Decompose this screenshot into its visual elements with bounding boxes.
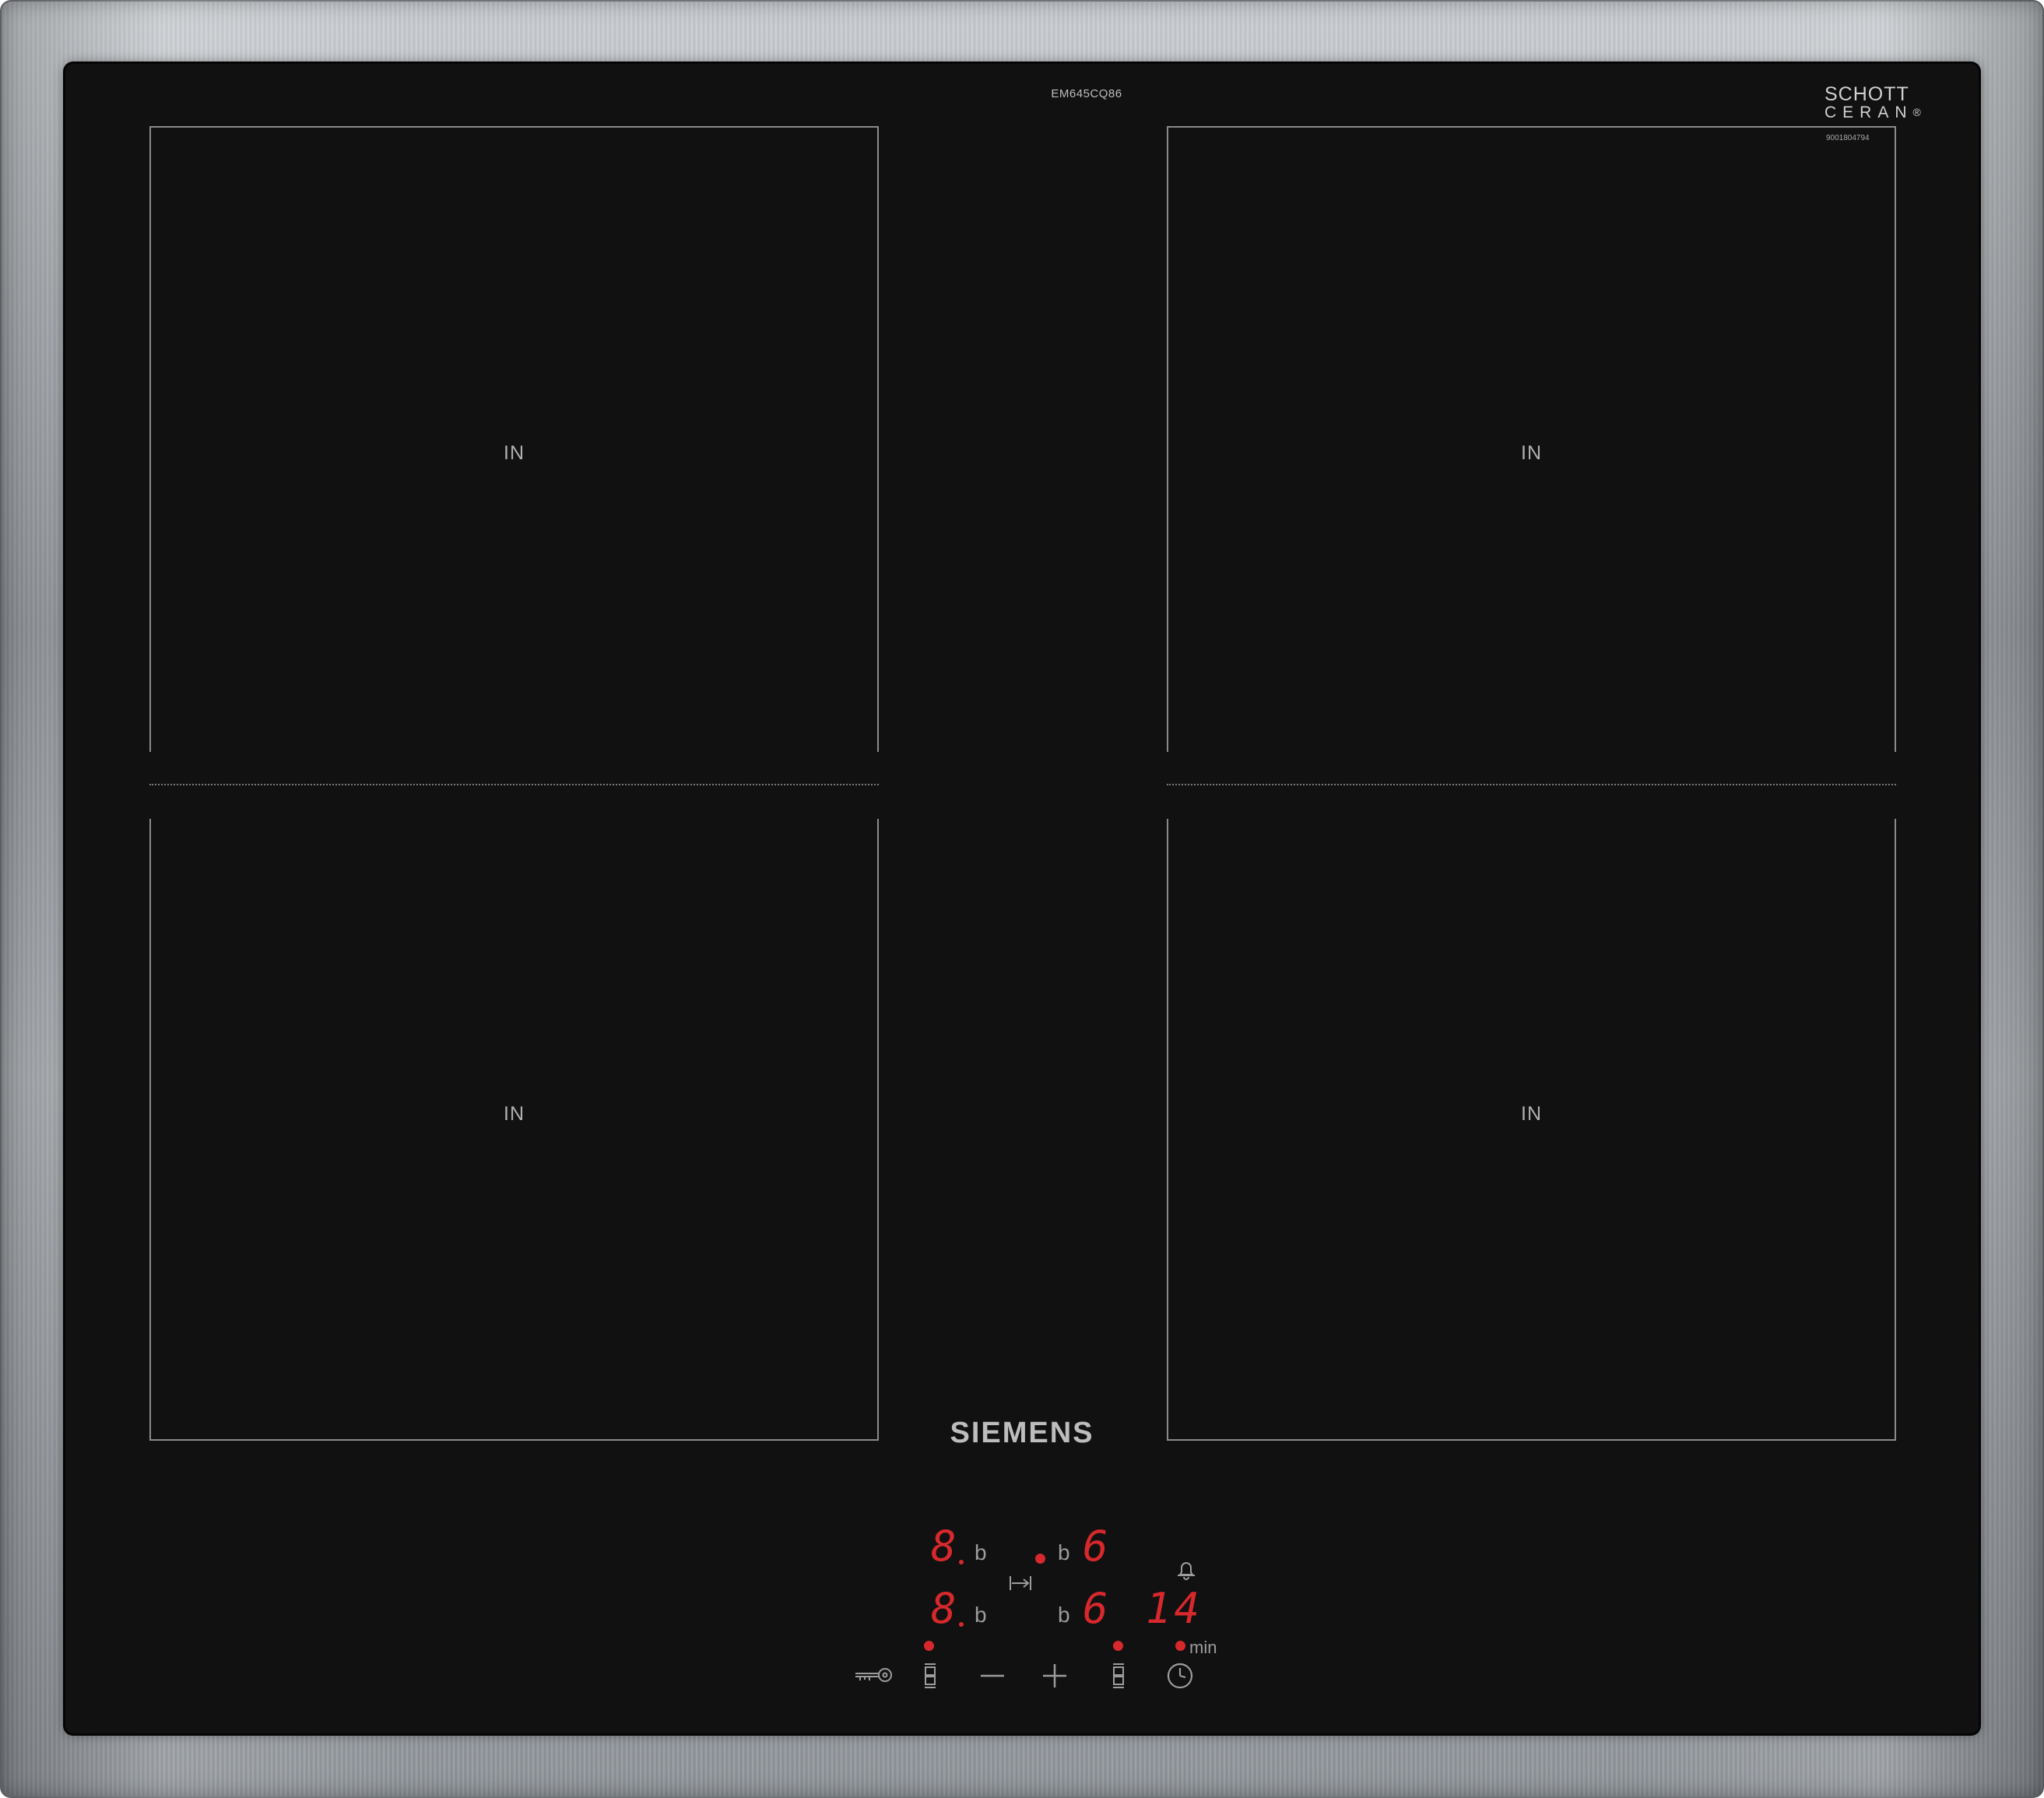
rear-left-mode-label: b xyxy=(975,1540,987,1564)
front-left-level-display: 8 xyxy=(931,1584,957,1633)
bell-icon xyxy=(1175,1560,1197,1584)
zone-rear-left[interactable]: IN xyxy=(149,126,879,752)
siemens-logo: SIEMENS xyxy=(950,1417,1094,1449)
ceramic-glass-cooktop: EM645CQ86 SCHOTT CERAN® 9001804794 IN IN… xyxy=(65,64,1979,1733)
key-icon[interactable] xyxy=(845,1654,900,1698)
rear-right-mode-label: b xyxy=(1058,1540,1070,1564)
flex-zone-icon[interactable] xyxy=(1009,1574,1032,1596)
front-right-mode-label: b xyxy=(1058,1603,1070,1627)
rear-right-level-display: 6 xyxy=(1083,1522,1108,1571)
induction-label: IN xyxy=(504,442,525,464)
right-zone-select-button[interactable] xyxy=(1097,1654,1140,1698)
plus-icon[interactable] xyxy=(1033,1654,1076,1698)
bridge-indicator-light xyxy=(1035,1554,1045,1564)
schott-ceran-logo: SCHOTT CERAN® xyxy=(1824,83,1949,122)
zone-select-icon xyxy=(925,1663,936,1688)
induction-label: IN xyxy=(1521,442,1542,464)
front-left-mode-label: b xyxy=(975,1603,987,1627)
zone-rear-right[interactable]: IN xyxy=(1167,126,1896,752)
minus-icon[interactable] xyxy=(971,1654,1014,1698)
ceran-text: CERAN® xyxy=(1824,104,1921,121)
zone-select-icon xyxy=(1113,1663,1124,1688)
decimal-point xyxy=(959,1622,964,1627)
timer-indicator-light xyxy=(1175,1641,1185,1651)
model-code: EM645CQ86 xyxy=(1051,87,1122,100)
left-zone-select-button[interactable] xyxy=(908,1654,952,1698)
decimal-point xyxy=(959,1560,964,1564)
timer-display: 14 xyxy=(1146,1584,1203,1633)
flex-zone-divider xyxy=(149,784,879,785)
left-select-indicator-light xyxy=(924,1641,934,1651)
clock-icon[interactable] xyxy=(1158,1654,1202,1698)
front-right-level-display: 6 xyxy=(1083,1584,1108,1633)
flex-zone-divider xyxy=(1167,784,1896,785)
right-select-indicator-light xyxy=(1113,1641,1123,1651)
induction-label: IN xyxy=(1521,1103,1542,1125)
schott-text: SCHOTT xyxy=(1824,83,1909,105)
zone-front-right[interactable]: IN xyxy=(1167,819,1896,1441)
induction-label: IN xyxy=(504,1103,525,1125)
rear-left-level-display: 8 xyxy=(931,1522,957,1571)
zone-front-left[interactable]: IN xyxy=(149,819,879,1441)
